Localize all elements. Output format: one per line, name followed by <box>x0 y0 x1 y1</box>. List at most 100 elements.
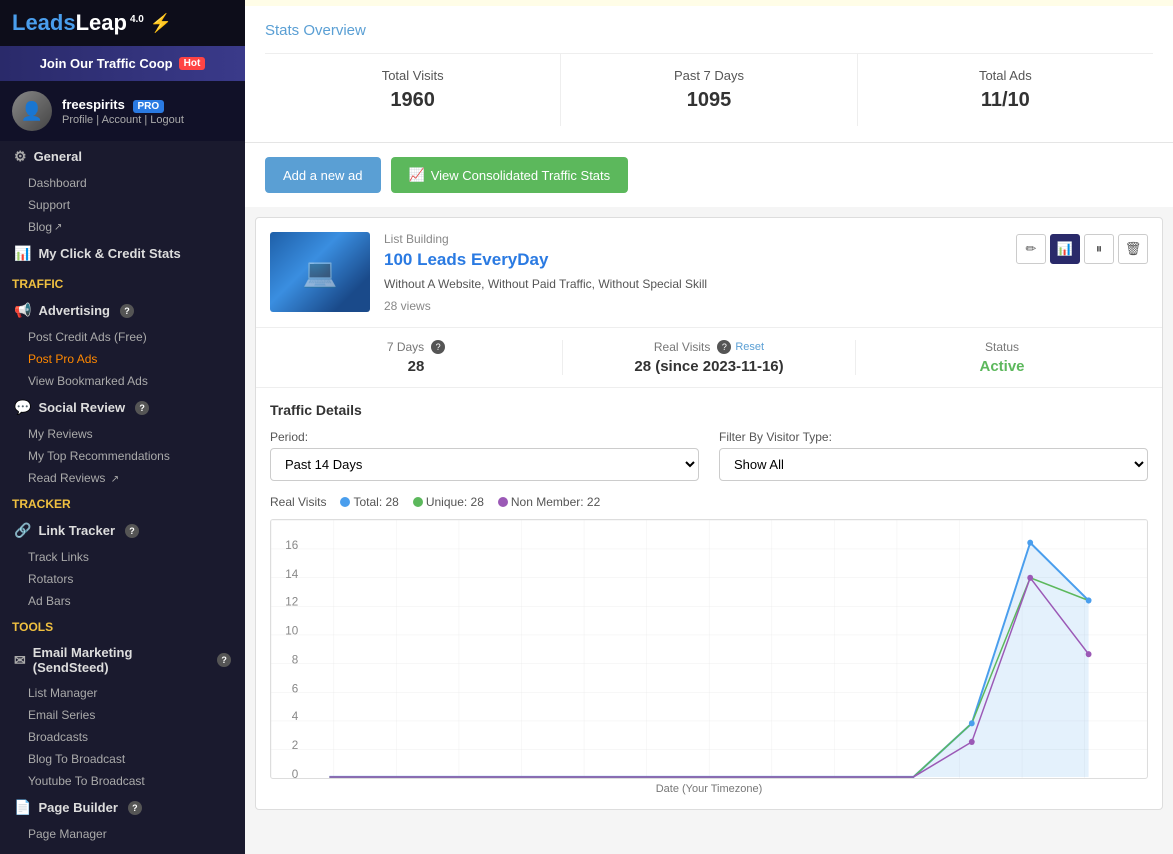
ad-actions: ✏ 📊 ⏸ 🗑 <box>1016 232 1148 264</box>
sidebar-item-social-review[interactable]: 💬 Social Review ? <box>0 392 245 423</box>
dot-19nov-total <box>1027 539 1033 545</box>
sidebar-item-general[interactable]: ⚙ General <box>0 141 245 172</box>
tools-header: Tools <box>0 612 245 638</box>
sidebar-sub-rotators[interactable]: Rotators <box>0 568 245 590</box>
sidebar-item-page-builder[interactable]: 📄 Page Builder ? <box>0 792 245 823</box>
ad-title[interactable]: 100 Leads EveryDay <box>384 250 1002 270</box>
dot-20nov-total <box>1086 597 1092 603</box>
sidebar-item-link-tracker[interactable]: 🔗 Link Tracker ? <box>0 515 245 546</box>
tracker-header: Tracker <box>0 489 245 515</box>
visits-info-icon[interactable]: ? <box>717 340 731 354</box>
advertising-info-icon[interactable]: ? <box>120 304 134 318</box>
chart-ad-button[interactable]: 📊 <box>1050 234 1080 264</box>
coop-label: Join Our Traffic Coop <box>40 56 173 71</box>
logo-text: LeadsLeap4.0 <box>12 10 144 36</box>
main-content: Stats Overview Total Visits 1960 Past 7 … <box>245 0 1173 854</box>
past-7-days-label: Past 7 Days <box>571 68 846 83</box>
svg-text:0: 0 <box>292 766 299 777</box>
sidebar-sub-email-series[interactable]: Email Series <box>0 704 245 726</box>
general-label: General <box>34 149 82 164</box>
stats-overview-title: Stats Overview <box>265 22 1153 39</box>
sidebar-sub-blog[interactable]: Blog ↗ <box>0 216 245 238</box>
chart-area: 0 2 4 6 8 10 12 14 16 7 Nov 8 Nov 9 Nov … <box>270 519 1148 779</box>
delete-ad-button[interactable]: 🗑 <box>1118 234 1148 264</box>
svg-text:12: 12 <box>285 594 298 608</box>
edit-ad-button[interactable]: ✏ <box>1016 234 1046 264</box>
user-links[interactable]: Profile | Account | Logout <box>62 114 184 126</box>
email-marketing-info-icon[interactable]: ? <box>217 653 231 667</box>
sidebar-sub-blog-broadcast[interactable]: Blog To Broadcast <box>0 748 245 770</box>
past-7-days-value: 1095 <box>571 89 846 112</box>
sidebar-sub-broadcasts[interactable]: Broadcasts <box>0 726 245 748</box>
social-review-label: Social Review <box>38 400 125 415</box>
sidebar-sub-post-credit[interactable]: Post Credit Ads (Free) <box>0 326 245 348</box>
pro-badge: PRO <box>133 100 165 113</box>
visitor-type-select[interactable]: Show All Members Only Non Members Only <box>719 448 1148 481</box>
click-stats-label: My Click & Credit Stats <box>38 246 180 261</box>
svg-text:8: 8 <box>292 652 299 666</box>
user-info: freespirits PRO Profile | Account | Logo… <box>62 97 184 126</box>
sidebar-item-funnel-builder[interactable]: 🔻 Funnel Builder ? <box>0 845 245 854</box>
external-icon: ↗ <box>54 222 62 233</box>
sidebar-sub-page-manager[interactable]: Page Manager <box>0 823 245 845</box>
status-label: Status <box>856 340 1148 354</box>
sidebar-sub-list-manager[interactable]: List Manager <box>0 682 245 704</box>
ad-description: Without A Website, Without Paid Traffic,… <box>384 276 1002 293</box>
page-builder-info-icon[interactable]: ? <box>128 801 142 815</box>
pause-ad-button[interactable]: ⏸ <box>1084 234 1114 264</box>
avatar: 👤 <box>12 91 52 131</box>
nonmember-dot <box>498 497 508 507</box>
ad-stat-status: Status Active <box>856 340 1148 375</box>
total-visits-value: 1960 <box>275 89 550 112</box>
page-builder-label: Page Builder <box>38 800 117 815</box>
status-value: Active <box>856 358 1148 375</box>
ad-card: 💻 List Building 100 Leads EveryDay Witho… <box>255 217 1163 810</box>
sidebar-sub-dashboard[interactable]: Dashboard <box>0 172 245 194</box>
coop-button[interactable]: Join Our Traffic Coop Hot <box>0 46 245 81</box>
logo-version: 4.0 <box>130 14 144 25</box>
filter-row: Period: Past 14 Days Past 7 Days Past 30… <box>270 430 1148 481</box>
sidebar-sub-bookmarked[interactable]: View Bookmarked Ads <box>0 370 245 392</box>
period-select[interactable]: Past 14 Days Past 7 Days Past 30 Days Al… <box>270 448 699 481</box>
view-traffic-button[interactable]: 📈 View Consolidated Traffic Stats <box>391 157 629 193</box>
sidebar-sub-read-reviews[interactable]: Read Reviews ↗ <box>0 467 245 489</box>
sidebar-item-click-stats[interactable]: 📊 My Click & Credit Stats <box>0 238 245 269</box>
sidebar-sub-post-pro[interactable]: Post Pro Ads <box>0 348 245 370</box>
general-icon: ⚙ <box>14 148 27 165</box>
username: freespirits <box>62 97 125 112</box>
legend-row: Real Visits Total: 28 Unique: 28 Non Mem… <box>270 495 1148 509</box>
sidebar-sub-support[interactable]: Support <box>0 194 245 216</box>
ad-thumbnail: 💻 <box>270 232 370 312</box>
email-marketing-icon: ✉ <box>14 652 26 669</box>
dot-20nov-nm <box>1086 651 1092 657</box>
action-bar: Add a new ad 📈 View Consolidated Traffic… <box>245 142 1173 207</box>
account-link[interactable]: Account <box>102 114 142 126</box>
read-reviews-ext-icon: ↗ <box>111 474 119 485</box>
link-tracker-info-icon[interactable]: ? <box>125 524 139 538</box>
reset-link[interactable]: Reset <box>735 341 764 353</box>
sidebar-item-advertising[interactable]: 📢 Advertising ? <box>0 295 245 326</box>
traffic-details-title: Traffic Details <box>270 402 1148 418</box>
sidebar-sub-my-reviews[interactable]: My Reviews <box>0 423 245 445</box>
ad-thumbnail-image: 💻 <box>270 232 370 312</box>
sidebar-sub-top-recommendations[interactable]: My Top Recommendations <box>0 445 245 467</box>
logout-link[interactable]: Logout <box>150 114 184 126</box>
chart-svg: 0 2 4 6 8 10 12 14 16 7 Nov 8 Nov 9 Nov … <box>271 520 1147 778</box>
sidebar-sub-track-links[interactable]: Track Links <box>0 546 245 568</box>
days-info-icon[interactable]: ? <box>431 340 445 354</box>
profile-link[interactable]: Profile <box>62 114 93 126</box>
stats-overview: Stats Overview Total Visits 1960 Past 7 … <box>245 6 1173 142</box>
svg-text:14: 14 <box>285 566 298 580</box>
link-tracker-label: Link Tracker <box>38 523 115 538</box>
social-review-info-icon[interactable]: ? <box>135 401 149 415</box>
sidebar-sub-ad-bars[interactable]: Ad Bars <box>0 590 245 612</box>
sidebar-item-email-marketing[interactable]: ✉ Email Marketing (SendSteed) ? <box>0 638 245 682</box>
ad-stat-visits: Real Visits ? Reset 28 (since 2023-11-16… <box>563 340 856 375</box>
svg-text:16: 16 <box>285 537 298 551</box>
period-filter-group: Period: Past 14 Days Past 7 Days Past 30… <box>270 430 699 481</box>
sidebar-sub-youtube-broadcast[interactable]: Youtube To Broadcast <box>0 770 245 792</box>
visitor-type-filter-group: Filter By Visitor Type: Show All Members… <box>719 430 1148 481</box>
ad-stat-7days: 7 Days ? 28 <box>270 340 563 375</box>
days-label: 7 Days ? <box>270 340 562 354</box>
add-new-ad-button[interactable]: Add a new ad <box>265 157 381 193</box>
